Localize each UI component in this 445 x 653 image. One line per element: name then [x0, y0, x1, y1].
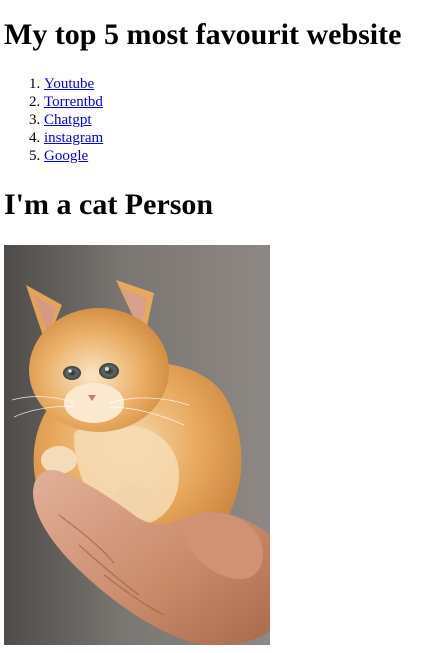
- favourite-sites-list: Youtube Torrentbd Chatgpt instagram Goog…: [4, 75, 103, 165]
- list-item: Youtube: [44, 75, 103, 93]
- site-link-torrentbd[interactable]: Torrentbd: [44, 94, 103, 110]
- site-link-instagram[interactable]: instagram: [44, 130, 103, 146]
- list-item: Google: [44, 147, 103, 165]
- list-item: Torrentbd: [44, 93, 103, 111]
- site-link-google[interactable]: Google: [44, 148, 88, 164]
- page-title: My top 5 most favourit website: [4, 18, 402, 51]
- site-link-youtube[interactable]: Youtube: [44, 76, 94, 92]
- cat-heading: I'm a cat Person: [4, 188, 214, 221]
- site-link-chatgpt[interactable]: Chatgpt: [44, 112, 92, 128]
- list-item: instagram: [44, 129, 103, 147]
- list-item: Chatgpt: [44, 111, 103, 129]
- page: My top 5 most favourit website Youtube T…: [0, 0, 445, 653]
- kitten-photo: [4, 245, 270, 645]
